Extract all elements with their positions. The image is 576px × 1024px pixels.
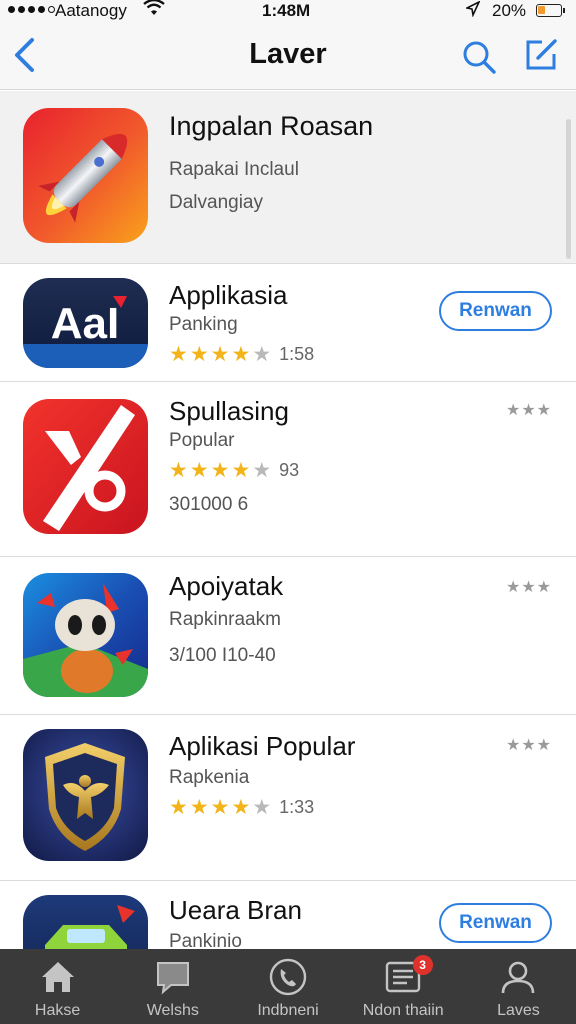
- mini-rating-stars: ★★★: [505, 402, 552, 419]
- carrier-name: Aatanogy: [55, 1, 127, 20]
- list-item-featured[interactable]: Ingpalan Roasan Rapakai Inclaul Dalvangi…: [0, 91, 576, 264]
- list-item[interactable]: Spullasing Popular ★★★★★ 93 301000 6 ★★★: [0, 382, 576, 557]
- app-subtitle: Popular: [169, 430, 235, 451]
- list-item[interactable]: AaI Applikasia Panking ★★★★★ 1:58 Renwan: [0, 264, 576, 382]
- rocket-icon[interactable]: [23, 108, 148, 243]
- navigation-bar: Laver: [0, 22, 576, 90]
- svg-text:AaI: AaI: [51, 299, 119, 348]
- get-button[interactable]: Renwan: [439, 903, 552, 943]
- app-list[interactable]: Ingpalan Roasan Rapakai Inclaul Dalvangi…: [0, 91, 576, 949]
- tab-label: Hakse: [34, 1002, 81, 1019]
- tab-calls[interactable]: Indbneni: [230, 949, 345, 1024]
- battery-percent: 20%: [492, 1, 527, 20]
- app-name: Ueara Bran: [169, 895, 302, 925]
- tab-label: Ndon thaiin: [362, 1002, 444, 1019]
- home-icon: [38, 957, 78, 997]
- app-subtitle: Rapkinraakm: [169, 609, 281, 630]
- app-name: Spullasing: [169, 396, 289, 426]
- compose-icon[interactable]: [522, 36, 560, 74]
- battery-icon: [536, 4, 565, 17]
- mini-rating-stars: ★★★: [505, 579, 552, 596]
- app-detail: 301000 6: [169, 494, 249, 515]
- slash-logo-icon[interactable]: [23, 399, 148, 534]
- app-name: Ingpalan Roasan: [169, 111, 374, 141]
- search-icon[interactable]: [460, 38, 498, 76]
- tab-label: Welshs: [146, 1002, 199, 1019]
- app-name: Aplikasi Popular: [169, 731, 356, 761]
- app-name: Applikasia: [169, 280, 288, 310]
- aai-logo-icon[interactable]: AaI: [23, 278, 148, 368]
- creature-icon[interactable]: [23, 573, 148, 697]
- list-item[interactable]: Aplikasi Popular Rapkenia ★★★★★ 1:33 ★★★: [0, 715, 576, 881]
- app-name: Apoiyatak: [169, 571, 284, 601]
- app-subtitle: Pankinio: [169, 931, 242, 949]
- mini-rating-stars: ★★★: [505, 737, 552, 754]
- star-rating: ★★★★★ 1:58: [169, 343, 315, 366]
- phone-icon: [268, 957, 308, 997]
- signal-strength-icon: [8, 6, 55, 13]
- app-detail: 3/100 I10-40: [169, 645, 276, 666]
- app-detail: Dalvangiay: [169, 192, 263, 213]
- location-arrow-icon: [464, 0, 481, 21]
- eagle-shield-icon[interactable]: [23, 729, 148, 861]
- rating-count: 1:58: [279, 344, 315, 364]
- tab-updates[interactable]: 3 Ndon thaiin: [346, 949, 461, 1024]
- tab-label: Laves: [497, 1002, 540, 1019]
- star-rating: ★★★★★ 93: [169, 459, 300, 482]
- star-rating: ★★★★★ 1:33: [169, 796, 315, 819]
- tab-profile[interactable]: Laves: [461, 949, 576, 1024]
- clock-time: 1:48M: [262, 1, 311, 20]
- app-subtitle: Panking: [169, 314, 238, 335]
- car-icon[interactable]: [23, 895, 148, 949]
- rating-count: 93: [279, 460, 300, 480]
- list-item[interactable]: Ueara Bran Pankinio Renwan: [0, 881, 576, 949]
- tab-bar: Hakse Welshs Indbneni 3 Ndon thaiin Lave…: [0, 949, 576, 1024]
- app-subtitle: Rapakai Inclaul: [169, 159, 299, 180]
- rating-count: 1:33: [279, 797, 315, 817]
- notification-badge: 3: [412, 955, 433, 975]
- tab-messages[interactable]: Welshs: [115, 949, 230, 1024]
- chat-bubble-icon: [153, 957, 193, 997]
- list-item[interactable]: Apoiyatak Rapkinraakm 3/100 I10-40 ★★★: [0, 557, 576, 715]
- person-icon: [498, 957, 538, 997]
- scroll-indicator[interactable]: [566, 119, 571, 259]
- status-bar: Aatanogy 1:48M 20%: [0, 0, 576, 22]
- tab-label: Indbneni: [257, 1002, 319, 1019]
- app-subtitle: Rapkenia: [169, 767, 250, 788]
- wifi-icon: [143, 0, 165, 22]
- get-button[interactable]: Renwan: [439, 291, 552, 331]
- tab-home[interactable]: Hakse: [0, 949, 115, 1024]
